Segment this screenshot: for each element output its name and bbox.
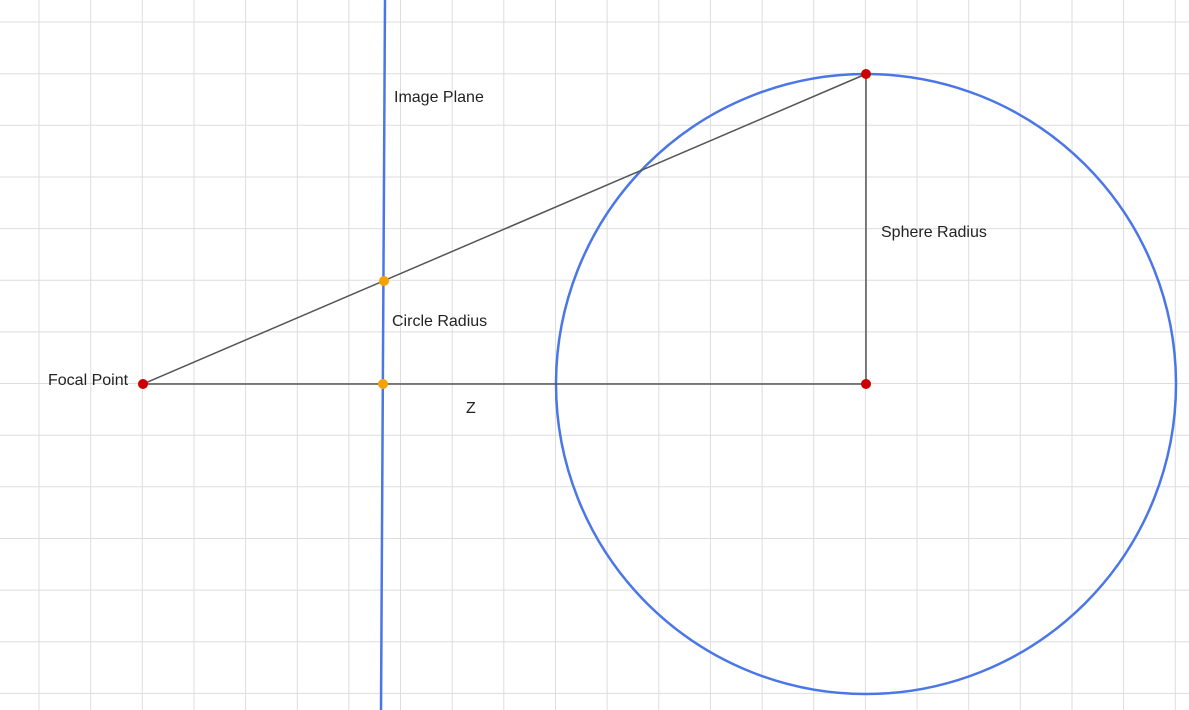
sphere-center-marker[interactable]	[861, 379, 871, 389]
image-plane-ray-intersection-marker[interactable]	[379, 276, 389, 286]
z-label: Z	[466, 400, 476, 417]
image-plane-axis-intersection-marker[interactable]	[378, 379, 388, 389]
image-plane-line[interactable]	[379, 0, 387, 710]
circle-radius-label: Circle Radius	[392, 313, 488, 330]
diagram-svg	[0, 0, 1189, 710]
focal-point-label: Focal Point	[48, 372, 129, 389]
image-plane-label: Image Plane	[394, 89, 484, 106]
sphere-radius-label: Sphere Radius	[881, 224, 987, 241]
geometry-board[interactable]: Image Plane Sphere Radius Circle Radius …	[0, 0, 1189, 710]
focal-point-marker[interactable]	[138, 379, 148, 389]
grid-lines	[0, 0, 1189, 710]
sphere-top-marker[interactable]	[861, 69, 871, 79]
